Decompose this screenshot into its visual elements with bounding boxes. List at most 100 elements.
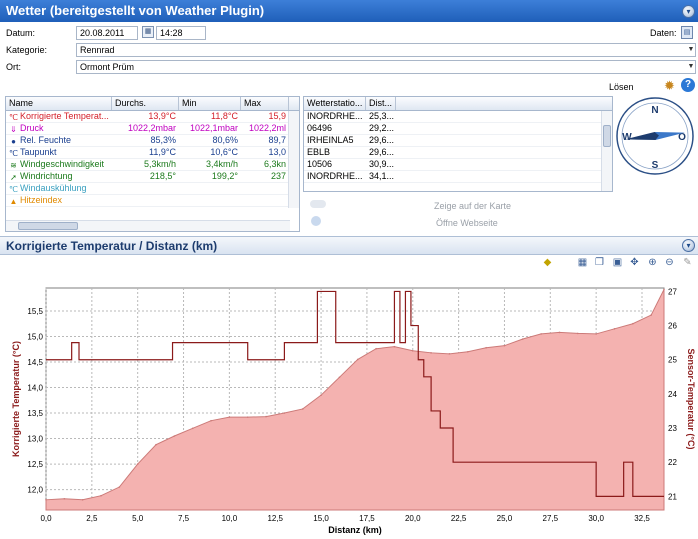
x-tick-label: 15,0 bbox=[313, 514, 329, 523]
weather-table-hscrollbar[interactable] bbox=[6, 220, 290, 231]
station-table-row[interactable]: 10506 30,9... bbox=[304, 159, 612, 171]
weather-name-text: Korrigierte Temperat... bbox=[20, 111, 109, 121]
zoom-in-icon[interactable]: ⊕ bbox=[646, 256, 659, 269]
y-tick-label: 15,0 bbox=[27, 332, 43, 341]
korrigierte-temperatur-point bbox=[613, 328, 616, 330]
ort-dropdown-icon[interactable]: ▼ bbox=[686, 61, 696, 73]
kategorie-dropdown-icon[interactable]: ▼ bbox=[686, 44, 696, 56]
weather-table-row[interactable]: ➚ Windrichtung 218,5° 199,2° 237 bbox=[6, 171, 299, 183]
station-table-row[interactable]: IRHEINLA5 29,6... bbox=[304, 135, 612, 147]
date-input[interactable]: 20.08.2011 bbox=[76, 26, 138, 40]
copy-icon[interactable]: ❐ bbox=[593, 256, 606, 269]
x-tick-label: 27,5 bbox=[543, 514, 559, 523]
korrigierte-temperatur-point bbox=[521, 338, 524, 340]
korrigierte-temperatur-point bbox=[118, 486, 121, 488]
weather-min-cell bbox=[179, 195, 241, 206]
station-table-row[interactable]: EBLB 29,6... bbox=[304, 147, 612, 159]
weather-name-text: Hitzeindex bbox=[20, 195, 63, 205]
weather-min-cell: 80,6% bbox=[212, 135, 238, 145]
station-distance-cell: 29,2... bbox=[369, 123, 395, 133]
weather-table-vscrollbar[interactable] bbox=[288, 111, 299, 208]
weather-table-row[interactable]: ℃ Windauskühlung bbox=[6, 183, 299, 195]
station-table-row[interactable]: 06496 29,2... bbox=[304, 123, 612, 135]
weather-name-cell: ℃ Korrigierte Temperat... bbox=[6, 111, 112, 122]
ort-select[interactable]: Ormont Prüm bbox=[76, 60, 696, 74]
y2-tick-label: 26 bbox=[668, 322, 677, 331]
weather-values-table[interactable]: Name Durchs. Min Max ℃ Korrigierte Temper… bbox=[5, 96, 300, 232]
weather-table-row[interactable]: ≋ Windgeschwindigkeit 5,3km/h 3,4km/h 6,3kn bbox=[6, 159, 299, 171]
weather-name-text: Windauskühlung bbox=[20, 183, 87, 193]
station-name-cell: IRHEINLA5 bbox=[307, 135, 354, 145]
korrigierte-temperatur-point bbox=[430, 352, 432, 354]
station-table-vscrollbar[interactable] bbox=[601, 111, 612, 191]
open-website-link[interactable]: Öffne Webseite bbox=[436, 218, 498, 228]
zoom-out-icon[interactable]: ⊖ bbox=[663, 256, 676, 269]
weather-max-cell: 89,7 bbox=[268, 135, 286, 145]
weather-table-row[interactable]: ⇓ Druck 1022,2mbar 1022,1mbar 1022,2ml bbox=[6, 123, 299, 135]
compass-w: W bbox=[622, 132, 632, 143]
x-tick-label: 2,5 bbox=[86, 514, 98, 523]
thermometer-icon: ℃ bbox=[9, 113, 18, 122]
y-tick-label: 13,5 bbox=[27, 409, 43, 418]
chart-section-bar: Korrigierte Temperatur / Distanz (km) bbox=[0, 236, 698, 255]
y-tick-label: 13,0 bbox=[27, 435, 43, 444]
y2-tick-label: 21 bbox=[668, 492, 677, 501]
station-table-row[interactable]: INORDRHE... 34,1... bbox=[304, 171, 612, 183]
col-header-min[interactable]: Min bbox=[179, 97, 241, 110]
station-table-row[interactable]: INORDRHE... 25,3... bbox=[304, 111, 612, 123]
humidity-icon: ● bbox=[11, 137, 16, 146]
chart-collapse-chevron-icon[interactable]: ▾ bbox=[682, 239, 695, 252]
show-on-map-link[interactable]: Zeige auf der Karte bbox=[434, 201, 511, 211]
korrigierte-temperatur-point bbox=[246, 416, 249, 418]
korrigierte-temperatur-point bbox=[136, 463, 139, 465]
x-tick-label: 17,5 bbox=[359, 514, 375, 523]
col-header-station[interactable]: Wetterstatio... bbox=[304, 97, 366, 110]
help-icon[interactable]: ? bbox=[681, 78, 695, 92]
y2-tick-label: 24 bbox=[668, 390, 677, 399]
korrigierte-temperatur-point bbox=[283, 412, 286, 414]
weather-name-cell: ⇓ Druck bbox=[6, 123, 112, 134]
col-header-name[interactable]: Name bbox=[6, 97, 112, 110]
save-icon[interactable]: ▣ bbox=[611, 256, 624, 269]
marker-icon[interactable]: ◆ bbox=[541, 256, 554, 269]
x-tick-label: 5,0 bbox=[132, 514, 144, 523]
dewpoint-icon: ℃ bbox=[9, 149, 18, 158]
solve-label: Lösen bbox=[609, 82, 634, 92]
korrigierte-temperatur-point bbox=[301, 408, 304, 410]
weather-name-text: Rel. Feuchte bbox=[20, 135, 72, 145]
settings-gear-icon[interactable]: ✹ bbox=[664, 79, 675, 92]
weather-max-cell bbox=[241, 183, 289, 194]
korrigierte-temperatur-point bbox=[228, 416, 231, 418]
station-distance-cell: 25,3... bbox=[369, 111, 395, 121]
winddirection-icon: ➚ bbox=[10, 173, 17, 182]
weather-table-row[interactable]: ● Rel. Feuchte 85,3% 80,6% 89,7 bbox=[6, 135, 299, 147]
y-tick-label: 12,0 bbox=[27, 486, 43, 495]
korrigierte-temperatur-point bbox=[466, 350, 469, 353]
y2-tick-label: 25 bbox=[668, 356, 677, 365]
col-header-max[interactable]: Max bbox=[241, 97, 289, 110]
weather-table-row[interactable]: ℃ Taupunkt 11,9°C 10,6°C 13,0 bbox=[6, 147, 299, 159]
kategorie-select[interactable]: Rennrad bbox=[76, 43, 696, 57]
korrigierte-temperatur-point bbox=[650, 314, 652, 316]
weather-table-row[interactable]: ▲ Hitzeindex bbox=[6, 195, 299, 207]
chart-type-icon[interactable]: ▦ bbox=[576, 256, 589, 269]
station-distance-cell: 29,6... bbox=[369, 135, 395, 145]
weather-station-table[interactable]: Wetterstatio... Dist... INORDRHE... 25,3.… bbox=[303, 96, 613, 192]
cloud-icon bbox=[310, 200, 326, 208]
korrigierte-temperatur-point bbox=[632, 322, 634, 325]
weather-avg-cell: 85,3% bbox=[150, 135, 176, 145]
fit-view-icon[interactable]: ✥ bbox=[628, 256, 641, 269]
weather-avg-cell: 5,3km/h bbox=[143, 159, 176, 169]
korrigierte-temperatur-point bbox=[448, 353, 451, 355]
calendar-icon[interactable]: ▦ bbox=[142, 26, 154, 38]
pin-icon[interactable]: ✎ bbox=[681, 256, 694, 269]
korrigierte-temperatur-point bbox=[595, 333, 597, 335]
col-header-distance[interactable]: Dist... bbox=[366, 97, 396, 110]
time-input[interactable]: 14:28 bbox=[156, 26, 206, 40]
collapse-chevron-icon[interactable]: ▾ bbox=[682, 5, 695, 18]
weather-table-row[interactable]: ℃ Korrigierte Temperat... 13,9°C 11,8°C 15,9 bbox=[6, 111, 299, 123]
data-source-icon[interactable]: ▤ bbox=[681, 26, 693, 39]
col-header-avg[interactable]: Durchs. bbox=[112, 97, 179, 110]
temperature-distance-chart[interactable]: 0,0 2,5 5,0 7,5 10,0 12,5 15,0 17,5 20,0 22,5 25,0… bbox=[0, 272, 698, 539]
station-table-header: Wetterstatio... Dist... bbox=[304, 97, 612, 111]
